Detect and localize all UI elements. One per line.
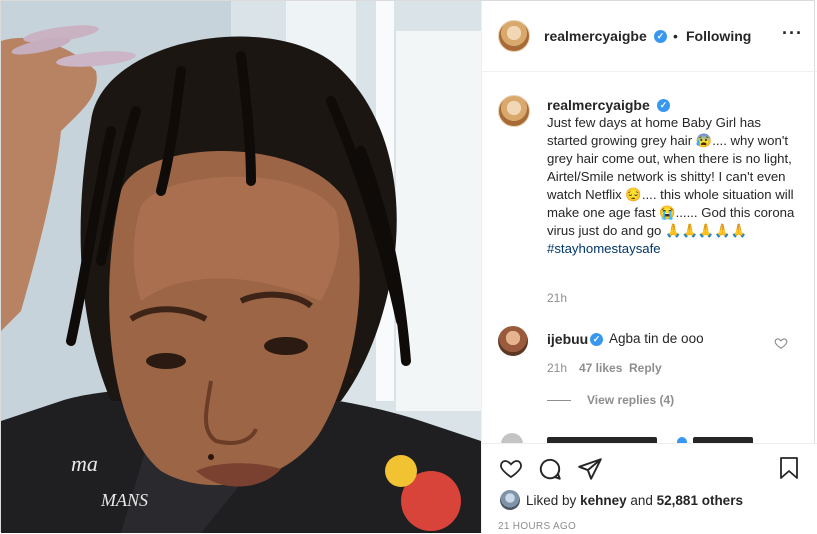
like-heart-icon[interactable]	[498, 456, 524, 480]
liked-by-others-link[interactable]: 52,881 others	[657, 493, 743, 508]
liked-by-avatar[interactable]	[500, 490, 520, 510]
caption-author-avatar[interactable]	[498, 95, 530, 127]
selfie-illustration: ma MANS	[1, 1, 481, 533]
post-header: realmercyaigbe ✓ • Following ···	[482, 1, 817, 72]
post-timestamp[interactable]: 21 HOURS AGO	[498, 521, 576, 532]
comment-like-heart-icon[interactable]	[774, 336, 788, 350]
commenter-username[interactable]: ijebuu	[547, 331, 588, 347]
replies-divider	[547, 400, 571, 401]
share-paper-plane-icon[interactable]	[577, 456, 603, 482]
save-bookmark-icon[interactable]	[778, 456, 800, 480]
svg-text:MANS: MANS	[100, 490, 148, 510]
separator-dot: •	[673, 28, 678, 44]
liked-by-and: and	[630, 493, 653, 508]
caption-text: Just few days at home Baby Girl has star…	[547, 115, 795, 238]
next-commenter-avatar	[501, 433, 523, 443]
next-comment-partial	[497, 433, 802, 443]
commenter-avatar[interactable]	[498, 326, 528, 356]
comment-timestamp[interactable]: 21h	[547, 361, 567, 375]
liked-by-summary: Liked by kehney and 52,881 others	[526, 493, 743, 508]
liked-by-prefix: Liked by	[526, 493, 577, 508]
author-username[interactable]: realmercyaigbe	[544, 28, 647, 44]
reply-button[interactable]: Reply	[629, 361, 662, 375]
author-avatar[interactable]	[498, 20, 530, 52]
comment-bubble-icon[interactable]	[537, 456, 563, 482]
hashtag-link[interactable]: #stayhomestaysafe	[547, 240, 802, 258]
following-button[interactable]: Following	[686, 28, 751, 44]
view-replies-button[interactable]: View replies (4)	[587, 393, 674, 407]
post-caption: Just few days at home Baby Girl has star…	[547, 96, 802, 258]
liked-by-user-link[interactable]: kehney	[580, 493, 627, 508]
verified-badge-icon: ✓	[590, 333, 603, 346]
caption-timestamp[interactable]: 21h	[547, 291, 567, 305]
svg-text:ma: ma	[71, 451, 98, 476]
post-modal: ma MANS realmercyaigbe ✓ • Following ···…	[0, 0, 817, 534]
post-actions-bar: Liked by kehney and 52,881 others 21 HOU…	[482, 443, 817, 534]
post-side-panel: realmercyaigbe ✓ • Following ··· realmer…	[481, 1, 817, 534]
post-photo[interactable]: ma MANS	[1, 1, 481, 533]
ellipsis-icon[interactable]: ···	[782, 23, 803, 44]
comment-likes-count[interactable]: 47 likes	[579, 361, 622, 375]
verified-badge-icon: ✓	[654, 30, 667, 43]
comment-text: Agba tin de ooo	[609, 331, 704, 346]
